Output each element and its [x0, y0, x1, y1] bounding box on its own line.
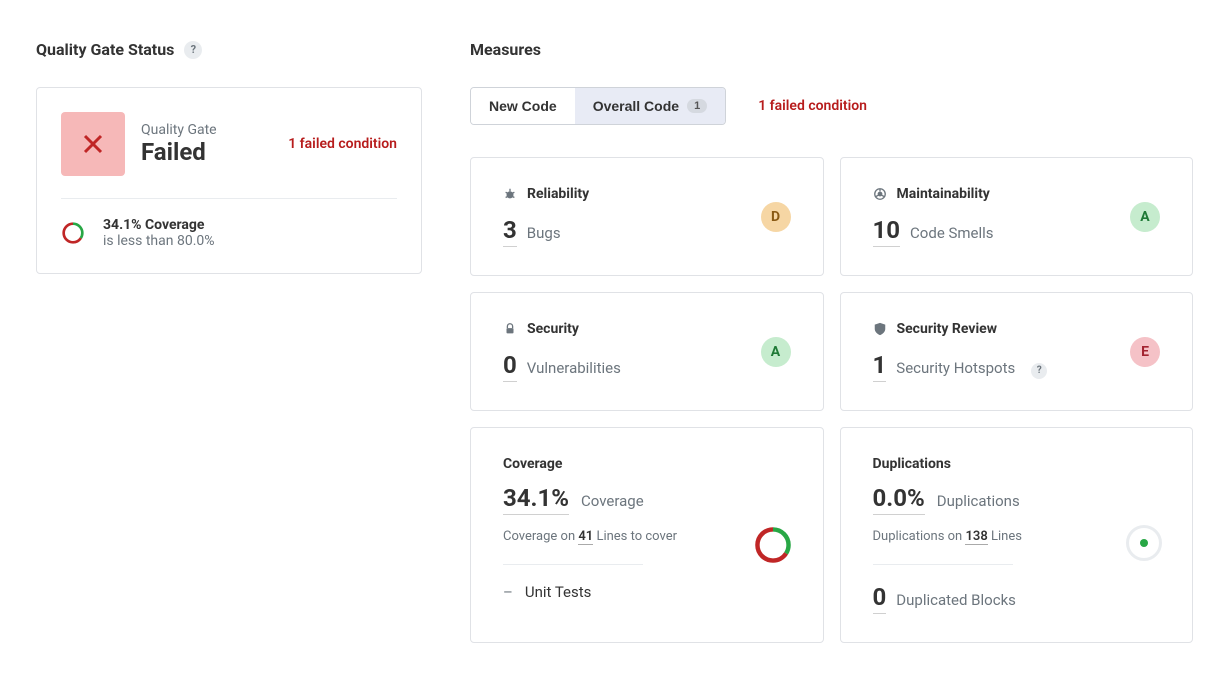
security-value[interactable]: 0: [503, 351, 517, 382]
coverage-lines-link[interactable]: 41: [578, 529, 593, 545]
quality-gate-heading: Quality Gate Status ?: [36, 40, 422, 59]
lock-icon: [503, 322, 517, 336]
code-smell-icon: [873, 187, 887, 201]
security-rating[interactable]: A: [761, 337, 791, 367]
security-review-card: Security Review 1 Security Hotspots ? E: [840, 292, 1194, 411]
failed-conditions-count: 1 failed condition: [288, 136, 397, 152]
tab-overall-code-count: 1: [687, 99, 707, 113]
reliability-value[interactable]: 3: [503, 216, 517, 247]
coverage-donut-icon: [61, 221, 85, 245]
duplications-card: Duplications 0.0% Duplications Duplicati…: [840, 427, 1194, 643]
coverage-sub-suffix: Lines to cover: [593, 529, 677, 544]
coverage-title: Coverage: [503, 456, 562, 472]
maintainability-value[interactable]: 10: [873, 216, 901, 247]
coverage-sub-prefix: Coverage on: [503, 529, 578, 544]
duplicated-blocks-value[interactable]: 0: [873, 583, 887, 614]
duplications-pct[interactable]: 0.0%: [873, 484, 925, 515]
duplicated-blocks-label: Duplicated Blocks: [896, 591, 1016, 609]
security-label: Vulnerabilities: [527, 359, 621, 377]
security-review-value[interactable]: 1: [873, 351, 887, 382]
condition-subtitle: is less than 80.0%: [103, 233, 215, 249]
maintainability-title: Maintainability: [897, 186, 990, 202]
duplications-pct-label: Duplications: [937, 492, 1020, 510]
coverage-pct-label: Coverage: [581, 492, 644, 510]
divider: [873, 564, 1013, 565]
measures-heading: Measures: [470, 40, 1193, 59]
reliability-card: Reliability 3 Bugs D: [470, 157, 824, 276]
maintainability-card: Maintainability 10 Code Smells A: [840, 157, 1194, 276]
security-review-rating[interactable]: E: [1130, 337, 1160, 367]
unit-tests-label: Unit Tests: [525, 583, 592, 601]
reliability-title: Reliability: [527, 186, 589, 202]
security-title: Security: [527, 321, 579, 337]
quality-gate-status: Failed: [141, 138, 217, 166]
duplications-title: Duplications: [873, 456, 951, 472]
reliability-rating[interactable]: D: [761, 202, 791, 232]
unit-tests-dash: –: [503, 583, 513, 601]
coverage-donut-icon: [753, 525, 793, 569]
bug-icon: [503, 187, 517, 201]
duplications-donut-icon: [1126, 525, 1162, 561]
tab-new-code[interactable]: New Code: [471, 88, 575, 124]
condition-title: 34.1% Coverage: [103, 217, 215, 233]
duplications-lines-link[interactable]: 138: [965, 529, 987, 545]
quality-gate-card: Quality Gate Failed 1 failed condition 3…: [36, 87, 422, 274]
reliability-label: Bugs: [527, 224, 561, 242]
duplications-subtext: Duplications on 138 Lines: [873, 529, 1161, 544]
coverage-subtext: Coverage on 41 Lines to cover: [503, 529, 791, 544]
duplications-sub-suffix: Lines: [988, 529, 1022, 544]
help-icon[interactable]: ?: [1031, 363, 1047, 379]
shield-icon: [873, 322, 887, 336]
help-icon[interactable]: ?: [184, 41, 202, 59]
tab-overall-code[interactable]: Overall Code 1: [575, 88, 726, 124]
coverage-pct[interactable]: 34.1%: [503, 484, 569, 515]
code-tabs: New Code Overall Code 1: [470, 87, 726, 125]
security-review-title: Security Review: [897, 321, 998, 337]
coverage-card: Coverage 34.1% Coverage Coverage on 41 L…: [470, 427, 824, 643]
duplications-sub-prefix: Duplications on: [873, 529, 966, 544]
failed-condition-link[interactable]: 1 failed condition: [758, 98, 867, 114]
quality-gate-heading-text: Quality Gate Status: [36, 40, 174, 59]
maintainability-rating[interactable]: A: [1130, 202, 1160, 232]
security-review-label: Security Hotspots: [896, 359, 1015, 377]
security-card: Security 0 Vulnerabilities A: [470, 292, 824, 411]
maintainability-label: Code Smells: [910, 224, 994, 242]
tab-overall-code-label: Overall Code: [593, 98, 679, 114]
failed-icon: [61, 112, 125, 176]
failed-condition-row[interactable]: 34.1% Coverage is less than 80.0%: [61, 217, 397, 249]
divider: [503, 564, 643, 565]
quality-gate-label: Quality Gate: [141, 122, 217, 138]
